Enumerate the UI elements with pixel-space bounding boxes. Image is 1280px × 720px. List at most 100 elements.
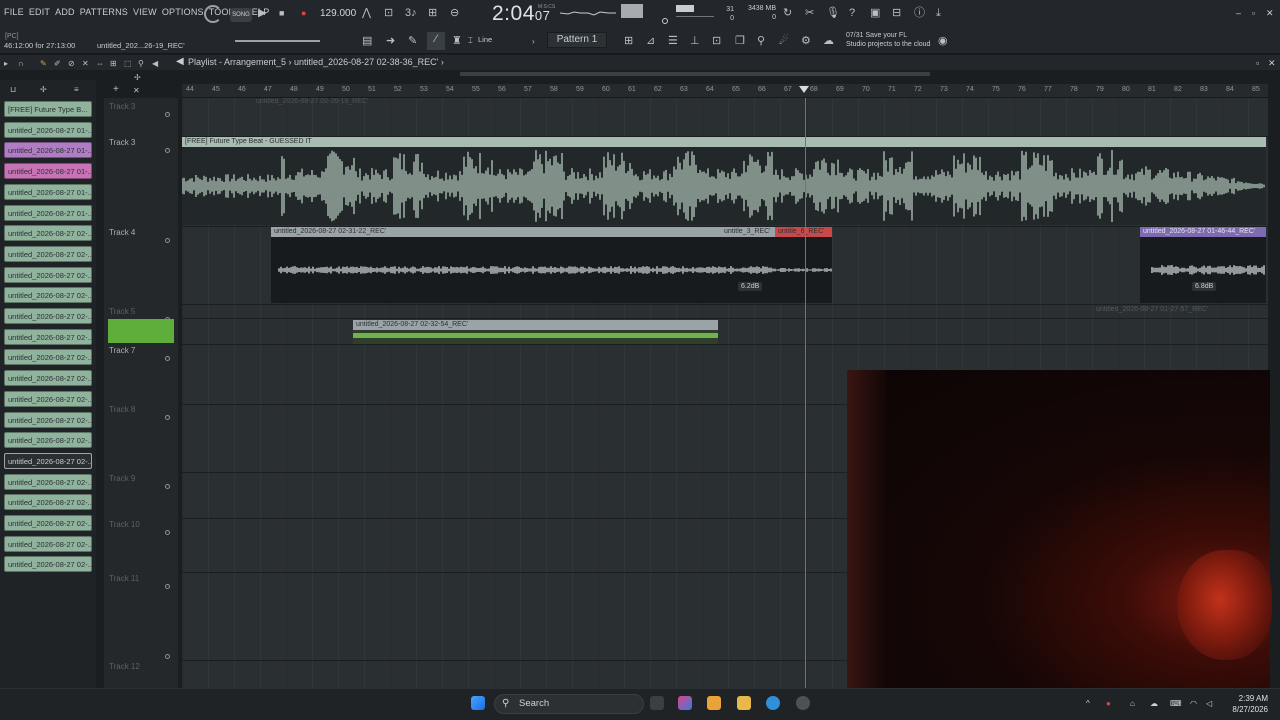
track-name[interactable]: Track 3: [109, 138, 135, 147]
step-edit-icon[interactable]: ⊞: [428, 6, 437, 20]
ghost-clip-right[interactable]: untitled_2026-08-27 01-27-57_REC': [1096, 306, 1266, 316]
taskbar-search[interactable]: Search: [494, 694, 644, 714]
browser-clip-item[interactable]: untitled_2026-08-27 01-...: [4, 121, 92, 138]
master-pitch-knob[interactable]: [662, 18, 668, 24]
volume-icon[interactable]: ◁: [1206, 697, 1212, 711]
track-mute-dot[interactable]: [165, 530, 170, 535]
browser-clip-item[interactable]: untitled_2026-08-27 02-...: [4, 535, 92, 552]
browser-move-icon[interactable]: ✢: [40, 83, 47, 97]
draw-tool-icon[interactable]: ✎: [40, 57, 47, 71]
snap-icon[interactable]: ⌶: [468, 34, 473, 48]
menu-view[interactable]: VIEW: [133, 7, 157, 17]
ghost-clip-top[interactable]: untitled_2026-08-27 02-26-19_REC': [256, 98, 406, 107]
play-icon[interactable]: ▶: [258, 6, 266, 20]
browser-icon[interactable]: ⊡: [712, 34, 721, 48]
menu-file[interactable]: FILE: [4, 7, 24, 17]
stop-icon[interactable]: ■: [279, 6, 284, 20]
brush-icon[interactable]: ⁄: [427, 32, 445, 50]
minimize-icon[interactable]: –: [1236, 8, 1241, 18]
mic-icon[interactable]: 🎙: [826, 6, 840, 20]
arrow-right-icon[interactable]: ➜: [386, 34, 395, 48]
settings-taskbar-icon[interactable]: [796, 696, 810, 710]
file-explorer-icon[interactable]: [737, 696, 751, 710]
blend-icon[interactable]: ⊖: [450, 6, 459, 20]
browser-clip-item[interactable]: untitled_2026-08-27 01-...: [4, 183, 92, 200]
countdown-icon[interactable]: 3♪: [405, 6, 417, 20]
track-name[interactable]: Track 3: [109, 102, 135, 111]
browser-clip-item[interactable]: untitled_2026-08-27 02-...: [4, 473, 92, 490]
mute-tool-icon[interactable]: ✕: [82, 57, 89, 71]
track-name[interactable]: Track 4: [109, 228, 135, 237]
slice-tool-icon[interactable]: ⊞: [110, 57, 117, 71]
track-mute-dot[interactable]: [165, 238, 170, 243]
download-icon[interactable]: ⤓: [936, 6, 941, 20]
browser-clip-item[interactable]: untitled_2026-08-27 01-...: [4, 142, 92, 159]
tempo-display[interactable]: 129.000: [320, 8, 356, 19]
tempo-tap-icon[interactable]: ⚙: [801, 34, 811, 48]
browser-clip-item[interactable]: untitled_2026-08-27 02-...: [4, 287, 92, 304]
playlist-maximize-icon[interactable]: ▫: [1256, 58, 1259, 68]
rec-clip-b-label[interactable]: untitle_3_REC': [721, 227, 775, 237]
playlist-overview-scroller[interactable]: [460, 72, 930, 76]
help-icon[interactable]: ?: [849, 6, 855, 20]
pattern-selector[interactable]: Pattern 1: [547, 32, 607, 48]
menu-patterns[interactable]: PATTERNS: [80, 7, 128, 17]
playhead-marker[interactable]: [799, 86, 809, 93]
playback-tool-icon[interactable]: ◀: [152, 57, 158, 71]
tray-keyboard-icon[interactable]: ⌨: [1170, 697, 1182, 711]
piano-icon[interactable]: ▤: [362, 34, 372, 48]
touch-icon[interactable]: ☄: [779, 34, 789, 48]
close-icon[interactable]: ✕: [1266, 8, 1274, 19]
browser-clip-item[interactable]: untitled_2026-08-27 02-...: [4, 556, 92, 573]
track-name[interactable]: Track 10: [109, 520, 140, 529]
browser-clip-item[interactable]: untitled_2026-08-27 01-...: [4, 204, 92, 221]
track-name[interactable]: Track 8: [109, 405, 135, 414]
tray-cloud-icon[interactable]: ☁: [1150, 697, 1158, 711]
playlist-close-icon[interactable]: ✕: [1268, 58, 1276, 69]
track-name[interactable]: Track 9: [109, 474, 135, 483]
loop-icon[interactable]: [204, 5, 222, 23]
delete-tool-icon[interactable]: ⊘: [68, 57, 75, 71]
record-icon[interactable]: ●: [301, 6, 306, 20]
copilot-icon[interactable]: [678, 696, 692, 710]
playlist-icon[interactable]: ☰: [668, 34, 678, 48]
browser-clip-item[interactable]: untitled_2026-08-27 02-...: [4, 245, 92, 262]
playlist-arrow-icon[interactable]: ◀: [176, 56, 184, 67]
taskbar-clock[interactable]: 2:39 AM 8/27/2026: [1226, 693, 1268, 715]
main-volume-slider[interactable]: [235, 40, 320, 42]
menu-add[interactable]: ADD: [55, 7, 75, 17]
track-header-adlibz[interactable]: [108, 319, 174, 343]
stamp-icon[interactable]: ♜: [452, 34, 462, 48]
cloud-download-icon[interactable]: ☁: [823, 34, 834, 48]
song-mode-toggle[interactable]: SONG: [230, 8, 252, 22]
pencil-icon[interactable]: ✎: [408, 34, 417, 48]
track-name[interactable]: Track 12: [109, 662, 140, 671]
browser-clip-item[interactable]: untitled_2026-08-27 02-...: [4, 370, 92, 387]
snap-arrow-icon[interactable]: ›: [532, 35, 535, 49]
snap-selector[interactable]: Line: [478, 35, 492, 44]
wait-icon[interactable]: ⊡: [384, 6, 393, 20]
crosshair-icon[interactable]: ✢: [134, 71, 141, 85]
browser-clip-item[interactable]: untitled_2026-08-27 02-...: [4, 432, 92, 449]
fl-studio-taskbar-icon[interactable]: [707, 696, 721, 710]
track-mute-dot[interactable]: [165, 148, 170, 153]
browser-clip-item[interactable]: untitled_2026-08-27 02-...: [4, 308, 92, 324]
tray-app-icon[interactable]: ●: [1106, 697, 1111, 711]
tray-network-icon[interactable]: ⌂: [1130, 697, 1135, 711]
track-name[interactable]: Track 5: [109, 307, 135, 316]
rec-clip-d[interactable]: untitled_2026-08-27 01-46-44_REC': [1140, 227, 1266, 303]
tray-chevron-icon[interactable]: ^: [1086, 697, 1090, 711]
track-mute-dot[interactable]: [165, 484, 170, 489]
export-icon[interactable]: ⊟: [892, 6, 901, 20]
browser-menu-icon[interactable]: ⊔: [10, 83, 16, 97]
menu-options[interactable]: OPTIONS: [162, 7, 204, 17]
piano-roll-icon[interactable]: ⊥: [690, 34, 700, 48]
rec-clip-a[interactable]: untitled_2026-08-27 02-31-22_REC': [271, 227, 832, 303]
plugin-icon[interactable]: ⚲: [757, 34, 765, 48]
track-name[interactable]: Track 11: [109, 574, 139, 583]
rec-clip-c-label[interactable]: untitle_6_REC': [775, 227, 832, 237]
remove-track-icon[interactable]: ✕: [133, 84, 140, 98]
browser-clip-item[interactable]: untitled_2026-08-27 02-...: [4, 390, 92, 407]
menu-edit[interactable]: EDIT: [29, 7, 50, 17]
browser-clip-item[interactable]: untitled_2026-08-27 01-...: [4, 163, 92, 180]
